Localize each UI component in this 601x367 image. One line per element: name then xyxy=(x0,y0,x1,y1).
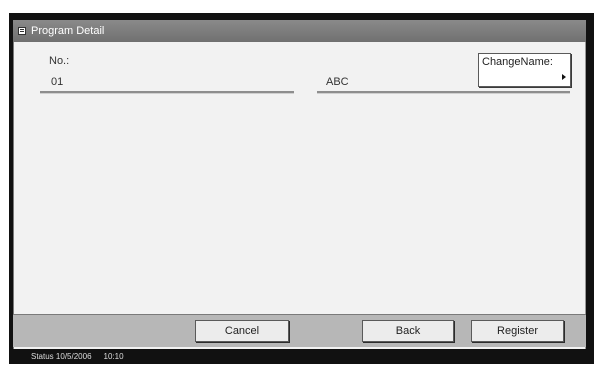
number-value: 01 xyxy=(51,76,64,88)
window-title: Program Detail xyxy=(31,25,105,37)
arrow-right-icon xyxy=(562,74,566,80)
title-bar: Program Detail xyxy=(13,20,586,42)
name-underline xyxy=(317,91,570,93)
change-name-button[interactable]: ChangeName: xyxy=(478,53,571,87)
number-underline xyxy=(40,91,294,93)
program-name-value: ABC xyxy=(326,76,349,88)
number-label: No.: xyxy=(49,55,70,67)
cancel-button[interactable]: Cancel xyxy=(195,320,289,342)
program-icon xyxy=(18,27,26,35)
status-time: 10:10 xyxy=(103,352,124,361)
status-date: 10/5/2006 xyxy=(55,352,92,361)
status-label: Status 10/5/2006 xyxy=(31,352,92,361)
register-button[interactable]: Register xyxy=(471,320,564,342)
status-bar: Status 10/5/2006 10:10 xyxy=(9,349,594,364)
change-name-label: ChangeName: xyxy=(482,56,553,68)
back-button[interactable]: Back xyxy=(362,320,454,342)
